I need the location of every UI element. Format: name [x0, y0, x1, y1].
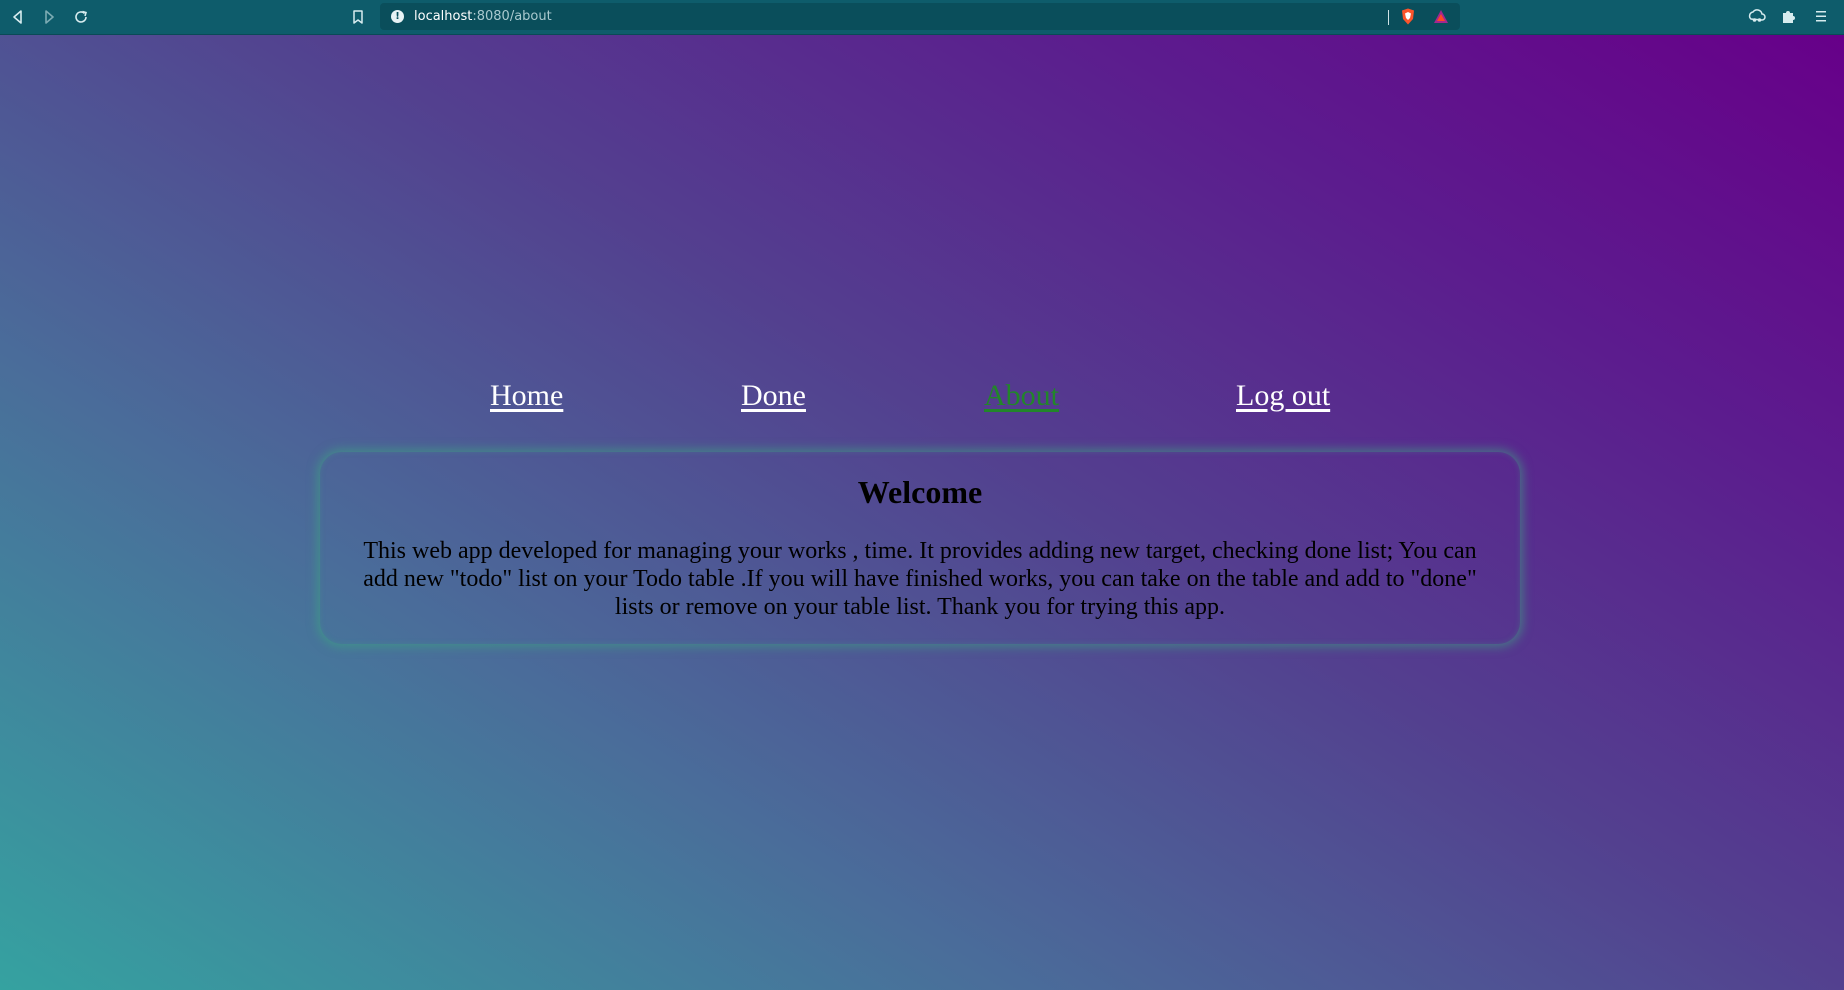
page-viewport: Home Done About Log out Welcome This web… — [0, 35, 1844, 990]
reload-icon[interactable] — [70, 6, 92, 28]
browser-toolbar: ! localhost:8080/about — [0, 0, 1844, 35]
url-host: localhost — [414, 9, 473, 24]
back-icon[interactable] — [7, 6, 29, 28]
card-title: Welcome — [857, 474, 983, 510]
main-nav: Home Done About Log out — [0, 379, 1844, 419]
url-text[interactable]: localhost:8080/about — [414, 9, 552, 24]
address-divider — [1388, 10, 1389, 25]
site-info-icon[interactable]: ! — [391, 10, 404, 23]
brave-shields-icon[interactable] — [1400, 8, 1416, 25]
nav-link-logout[interactable]: Log out — [1236, 379, 1330, 413]
bookmark-icon[interactable] — [347, 6, 369, 28]
address-bar[interactable]: ! localhost:8080/about — [380, 3, 1460, 30]
vpn-icon[interactable] — [1748, 7, 1766, 25]
nav-link-about[interactable]: About — [984, 379, 1059, 413]
nav-link-home[interactable]: Home — [490, 379, 563, 413]
extensions-icon[interactable] — [1780, 7, 1798, 25]
forward-icon[interactable] — [38, 6, 60, 28]
card-description: This web app developed for managing your… — [363, 538, 1477, 620]
welcome-card: Welcome This web app developed for manag… — [320, 452, 1520, 644]
menu-icon[interactable] — [1812, 7, 1830, 25]
brave-rewards-icon[interactable] — [1433, 9, 1449, 24]
url-path: :8080/about — [472, 9, 552, 24]
nav-link-done[interactable]: Done — [741, 379, 806, 413]
